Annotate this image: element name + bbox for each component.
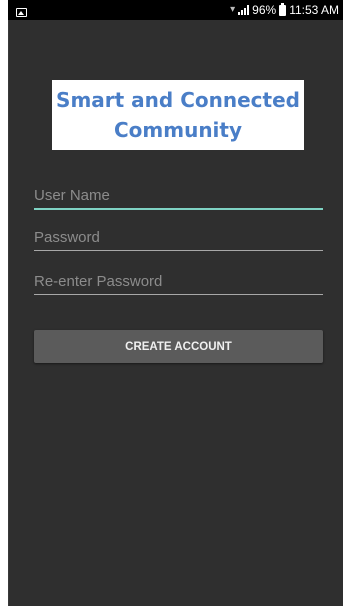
app-logo: Smart and Connected Community: [52, 80, 304, 150]
signal-icon: [238, 5, 250, 15]
reenter-password-field[interactable]: Re-enter Password: [34, 266, 323, 295]
battery-percent: 96%: [252, 3, 277, 17]
status-bar: ▾ 96% 11:53 AM: [8, 0, 343, 20]
password-field[interactable]: Password: [34, 222, 323, 251]
image-notification-icon: [16, 8, 27, 17]
logo-line-1: Smart and Connected: [56, 88, 300, 112]
username-field[interactable]: User Name: [34, 180, 323, 210]
battery-icon: [279, 2, 287, 16]
wifi-icon: ▾: [230, 4, 236, 15]
clock: 11:53 AM: [289, 3, 339, 17]
username-placeholder: User Name: [34, 187, 110, 204]
status-right: ▾ 96% 11:53 AM: [230, 2, 339, 18]
create-account-button[interactable]: CREATE ACCOUNT: [34, 330, 323, 363]
password-placeholder: Password: [34, 229, 100, 246]
status-left: [16, 4, 27, 22]
logo-line-2: Community: [113, 118, 243, 142]
app-screen: ▾ 96% 11:53 AM Smart and Connected Commu…: [8, 0, 343, 606]
reenter-password-placeholder: Re-enter Password: [34, 273, 163, 290]
